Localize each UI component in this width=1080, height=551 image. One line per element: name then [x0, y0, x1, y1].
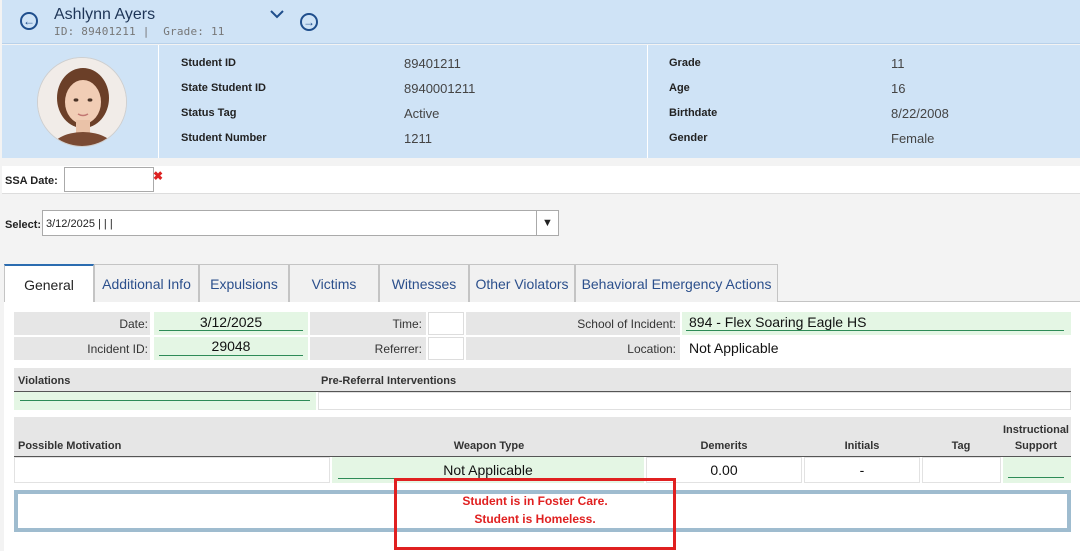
arrow-right-icon[interactable]: →	[300, 13, 318, 31]
initials-value[interactable]: -	[804, 462, 920, 478]
tab-expulsions[interactable]: Expulsions	[199, 264, 289, 302]
instructional-support-field[interactable]	[1003, 457, 1071, 483]
arrow-left-icon[interactable]: ←	[20, 12, 38, 30]
tab-general[interactable]: General	[4, 264, 94, 303]
homeless-alert: Student is Homeless.	[474, 512, 596, 526]
incident-id-value: 29048	[211, 338, 251, 354]
age-label: Age	[669, 82, 690, 94]
photo-cell	[2, 45, 158, 158]
pre-referral-label: Pre-Referral Interventions	[321, 375, 457, 387]
incident-select-value: 3/12/2025 | | |	[46, 218, 113, 230]
birthdate-value: 8/22/2008	[891, 106, 949, 121]
student-id-label: Student ID	[181, 57, 236, 69]
grade-label: Grade	[669, 57, 701, 69]
birthdate-label: Birthdate	[669, 107, 718, 119]
initials-label: Initials	[844, 440, 880, 452]
date-value: 3/12/2025	[199, 314, 263, 330]
grade-value: 11	[891, 56, 905, 71]
state-student-id-label: State Student ID	[181, 82, 266, 94]
tab-victims[interactable]: Victims	[289, 264, 379, 302]
possible-motivation-label: Possible Motivation	[18, 440, 122, 452]
tab-behavioral-emergency-actions[interactable]: Behavioral Emergency Actions	[575, 264, 778, 302]
student-id-grade: ID: 89401211 | Grade: 11	[54, 25, 225, 38]
referrer-field[interactable]	[428, 337, 464, 360]
time-label: Time:	[392, 317, 422, 331]
location-value: Not Applicable	[689, 340, 779, 356]
time-field[interactable]	[428, 312, 464, 335]
weapon-type-value: Not Applicable	[443, 462, 533, 478]
tab-other-violators[interactable]: Other Violators	[469, 264, 575, 302]
referrer-label: Referrer:	[374, 342, 422, 356]
student-info-panel: Student ID 89401211 State Student ID 894…	[2, 45, 1080, 158]
incident-select[interactable]: 3/12/2025 | | | ▼	[42, 210, 559, 236]
age-value: 16	[891, 81, 906, 96]
tag-label: Tag	[951, 440, 971, 452]
avatar	[37, 57, 127, 147]
location-label: Location:	[627, 342, 676, 356]
student-id-value: 89401211	[404, 56, 461, 71]
dropdown-arrow-icon[interactable]: ▼	[536, 211, 558, 235]
demerits-value[interactable]: 0.00	[646, 462, 802, 478]
school-value: 894 - Flex Soaring Eagle HS	[689, 314, 867, 330]
instructional-support-label-1: Instructional	[1002, 424, 1069, 436]
chevron-down-icon[interactable]	[270, 6, 284, 22]
tab-additional-info[interactable]: Additional Info	[94, 264, 199, 302]
status-tag-value: Active	[404, 106, 440, 121]
school-label: School of Incident:	[577, 317, 676, 331]
ssa-date-row: SSA Date: ✖	[2, 166, 1080, 194]
tab-bar: General Additional Info Expulsions Victi…	[4, 264, 1080, 303]
select-label: Select:	[5, 219, 42, 231]
clear-icon[interactable]: ✖	[153, 169, 163, 183]
student-header: ← Ashlynn Ayers ID: 89401211 | Grade: 11…	[2, 0, 1080, 44]
pre-referral-field[interactable]	[318, 392, 1071, 410]
status-tag-label: Status Tag	[181, 107, 237, 119]
ssa-date-input[interactable]	[64, 167, 154, 192]
date-label: Date:	[119, 317, 148, 331]
demerits-label: Demerits	[700, 440, 748, 452]
gender-value: Female	[891, 131, 935, 146]
tag-field[interactable]	[922, 457, 1001, 483]
violations-field[interactable]	[14, 392, 316, 410]
student-name: Ashlynn Ayers	[54, 6, 156, 23]
foster-care-alert: Student is in Foster Care.	[462, 494, 608, 508]
state-student-id-value: 8940001211	[404, 81, 476, 96]
tab-witnesses[interactable]: Witnesses	[379, 264, 469, 302]
instructional-support-label-2: Support	[1014, 440, 1057, 452]
violations-label: Violations	[18, 375, 71, 387]
gender-label: Gender	[669, 132, 708, 144]
student-number-value: 1211	[404, 131, 432, 146]
general-panel: Date: 3/12/2025 Time: School of Incident…	[4, 302, 1080, 551]
student-number-label: Student Number	[181, 132, 267, 144]
weapon-type-label: Weapon Type	[453, 440, 525, 452]
possible-motivation-field[interactable]	[14, 457, 330, 483]
ssa-date-label: SSA Date:	[5, 175, 58, 187]
incident-id-label: Incident ID:	[87, 342, 148, 356]
